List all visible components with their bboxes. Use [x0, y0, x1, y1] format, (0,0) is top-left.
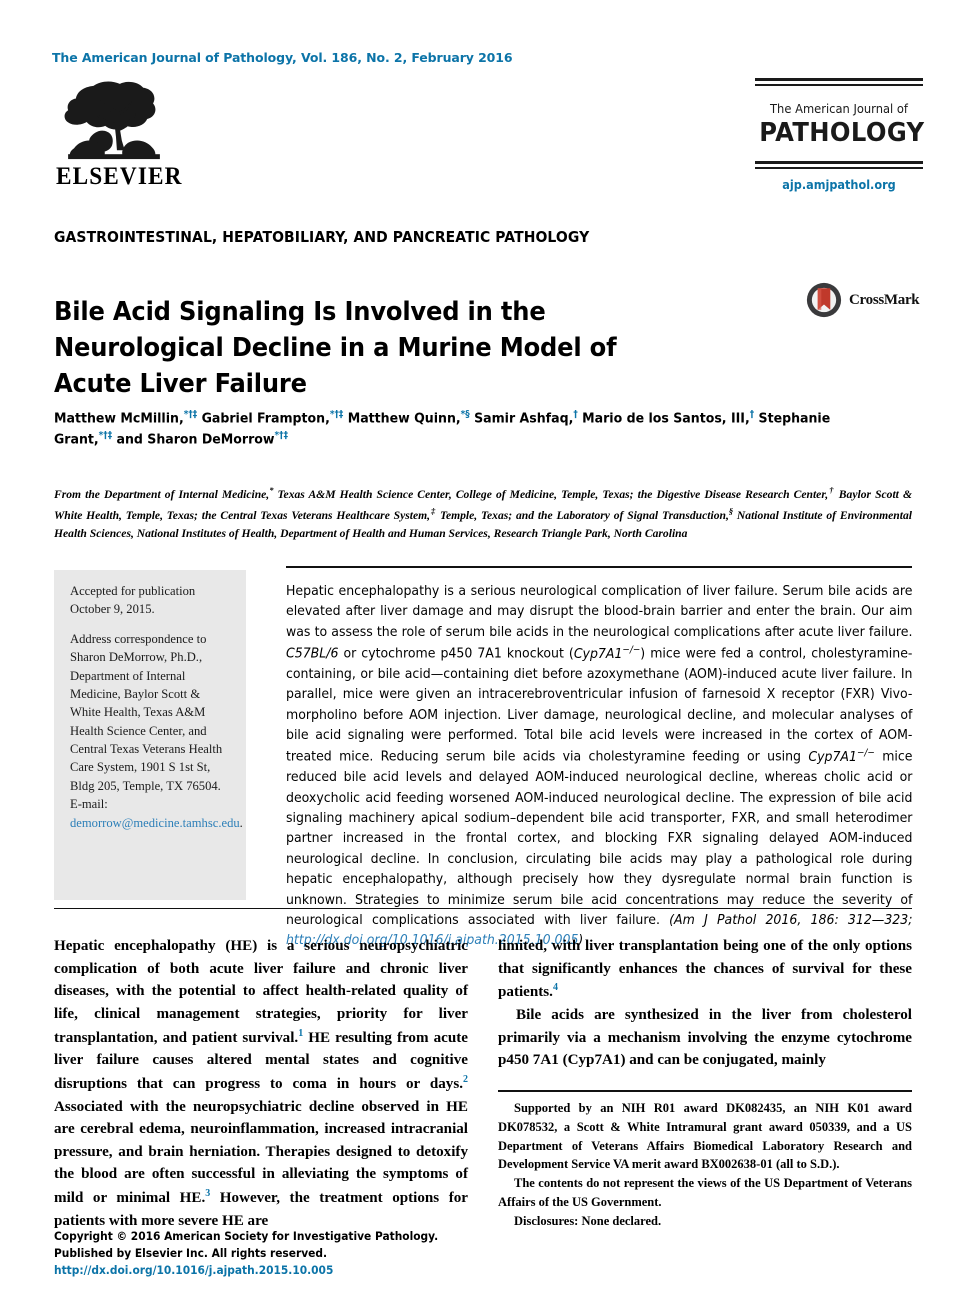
- accepted-date: Accepted for publication October 9, 2015…: [70, 584, 196, 617]
- journal-citation-line: The American Journal of Pathology, Vol. …: [52, 50, 513, 65]
- journal-logo: The American Journal of PATHOLOGY ajp.am…: [755, 78, 925, 192]
- logo-bottom-rule: [755, 161, 923, 170]
- abstract-top-rule: [286, 566, 912, 568]
- crossmark-badge-group[interactable]: CrossMark: [806, 282, 920, 318]
- crossmark-icon[interactable]: [806, 282, 842, 318]
- logo-top-rule: [755, 78, 923, 86]
- body-paragraph: Hepatic encephalopathy (HE) is a serious…: [54, 938, 468, 1229]
- published-by-line: Published by Elsevier Inc. All rights re…: [54, 1247, 328, 1261]
- author-list: Matthew McMillin,*†‡ Gabriel Frampton,*†…: [54, 409, 831, 448]
- journal-logo-subtitle: The American Journal of: [770, 101, 908, 116]
- doi-link[interactable]: http://dx.doi.org/10.1016/j.ajpath.2015.…: [54, 1262, 438, 1279]
- footnotes-rule: [498, 1090, 912, 1092]
- journal-article-page: The American Journal of Pathology, Vol. …: [0, 0, 975, 1305]
- abstract-bottom-rule: [54, 908, 912, 909]
- funding-footnotes: Supported by an NIH R01 award DK082435, …: [498, 1090, 912, 1230]
- body-column-left: Hepatic encephalopathy (HE) is a serious…: [54, 935, 468, 1232]
- page-footer: Copyright © 2016 American Society for In…: [54, 1228, 438, 1279]
- elsevier-wordmark: ELSEVIER: [56, 163, 183, 190]
- copyright-line: Copyright © 2016 American Society for In…: [54, 1230, 439, 1243]
- elsevier-logo: ELSEVIER: [54, 80, 204, 189]
- body-paragraph: Bile acids are synthesized in the liver …: [498, 1006, 912, 1069]
- journal-website-link[interactable]: ajp.amjpathol.org: [760, 178, 918, 192]
- body-paragraph: limited, with liver transplantation bein…: [498, 938, 912, 1001]
- affiliations: From the Department of Internal Medicine…: [54, 485, 912, 541]
- views-disclaimer: The contents do not represent the views …: [498, 1176, 912, 1209]
- section-heading: GASTROINTESTINAL, HEPATOBILIARY, AND PAN…: [54, 228, 590, 246]
- disclosures-statement: Disclosures: None declared.: [514, 1213, 662, 1228]
- support-statement: Supported by an NIH R01 award DK082435, …: [498, 1101, 912, 1172]
- article-info-sidebar: Accepted for publication October 9, 2015…: [54, 570, 246, 900]
- body-column-right: limited, with liver transplantation bein…: [498, 935, 912, 1072]
- abstract-text: Hepatic encephalopathy is a serious neur…: [286, 584, 913, 949]
- elsevier-tree-icon: [64, 81, 160, 160]
- page-title: Bile Acid Signaling Is Involved in the N…: [54, 297, 617, 399]
- journal-logo-title: PATHOLOGY: [759, 118, 925, 149]
- crossmark-label: CrossMark: [849, 291, 920, 308]
- correspondence-address[interactable]: Address correspondence to Sharon DeMorro…: [70, 630, 243, 832]
